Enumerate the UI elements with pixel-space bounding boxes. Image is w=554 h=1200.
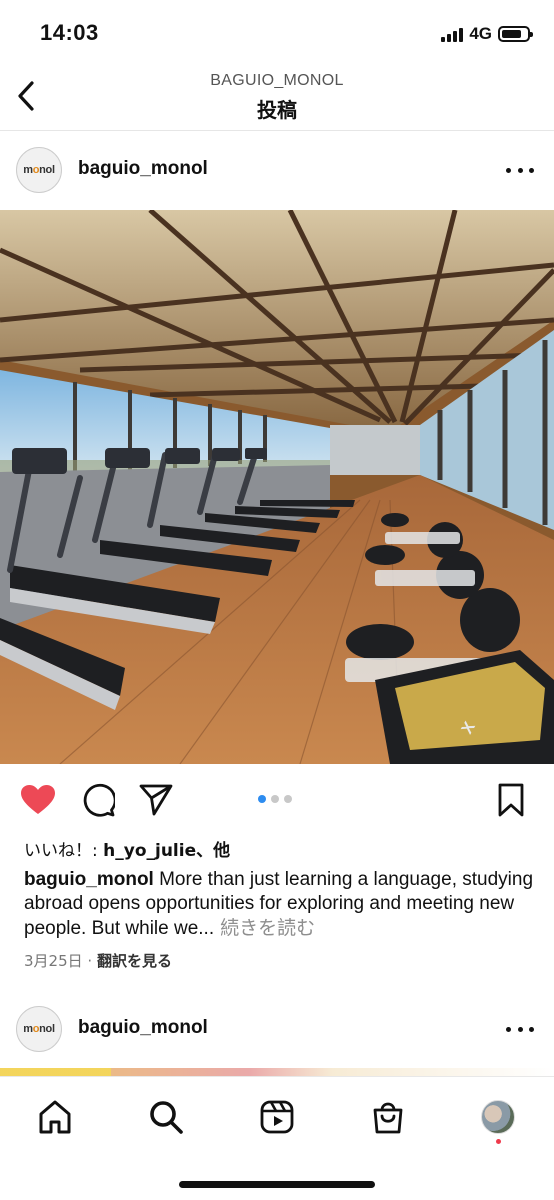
next-post-image-edge — [0, 1068, 554, 1076]
carousel-indicator — [258, 795, 292, 803]
more-horizontal-icon — [506, 167, 511, 173]
author-username[interactable]: baguio_monol — [78, 1017, 208, 1039]
notification-dot — [496, 1139, 501, 1144]
heart-icon — [21, 785, 55, 814]
post-image[interactable]: X — [0, 210, 554, 764]
nav-reels-button[interactable] — [255, 1095, 299, 1139]
avatar-logo-text: monol — [23, 1023, 55, 1035]
bookmark-icon — [498, 783, 524, 817]
status-bar: 14:03 4G — [0, 0, 554, 64]
cellular-signal-icon — [441, 26, 464, 42]
comment-button[interactable] — [78, 780, 118, 820]
post-meta: 3月25日 · 翻訳を見る — [24, 950, 172, 971]
avatar[interactable]: monol — [16, 1006, 62, 1052]
nav-shop-button[interactable] — [366, 1095, 410, 1139]
more-options-button[interactable] — [506, 158, 534, 182]
post-date: 3月25日 — [24, 952, 83, 970]
likes-summary[interactable]: いいね！: h_yo_julie、他 — [24, 836, 230, 861]
profile-avatar — [481, 1100, 515, 1134]
more-horizontal-icon — [506, 1026, 511, 1032]
home-icon — [39, 1100, 71, 1134]
post-header-bar: BAGUIO_MONOL 投稿 — [0, 64, 554, 131]
share-button[interactable] — [136, 780, 176, 820]
status-time: 14:03 — [40, 20, 99, 45]
home-indicator[interactable] — [179, 1181, 375, 1188]
avatar-logo-text: monol — [23, 164, 55, 176]
post-author-row: monol baguio_monol — [0, 140, 554, 200]
nav-home-button[interactable] — [33, 1095, 77, 1139]
bottom-navigation — [0, 1076, 554, 1200]
carousel-dot — [271, 795, 279, 803]
header-account-name: BAGUIO_MONOL — [210, 72, 344, 89]
nav-profile-button[interactable] — [476, 1095, 520, 1139]
more-options-button[interactable] — [506, 1017, 534, 1041]
caption-username[interactable]: baguio_monol — [24, 869, 154, 890]
post-action-bar — [0, 770, 554, 828]
save-button[interactable] — [491, 780, 531, 820]
battery-icon — [498, 26, 533, 42]
nav-search-button[interactable] — [144, 1095, 188, 1139]
paper-plane-icon — [139, 784, 173, 816]
likes-suffix: 、他 — [196, 841, 231, 861]
comment-icon — [83, 783, 115, 817]
gym-photo: X — [0, 210, 554, 764]
network-type: 4G — [469, 24, 492, 43]
likes-prefix: いいね！: — [24, 841, 104, 861]
likes-user[interactable]: h_yo_julie — [103, 841, 196, 861]
status-indicators: 4G — [441, 24, 533, 44]
carousel-dot-active — [258, 795, 266, 803]
translate-link[interactable]: 翻訳を見る — [97, 952, 172, 970]
next-post-author-row: monol baguio_monol — [0, 999, 554, 1059]
meta-separator: · — [82, 952, 97, 970]
page-title: 投稿 — [257, 98, 297, 122]
author-username[interactable]: baguio_monol — [78, 158, 208, 180]
carousel-dot — [284, 795, 292, 803]
search-icon — [150, 1101, 183, 1134]
shopping-bag-icon — [373, 1102, 403, 1134]
post-caption: baguio_monol More than just learning a l… — [24, 868, 534, 941]
like-button[interactable] — [18, 780, 58, 820]
read-more-link[interactable]: 続きを読む — [214, 917, 315, 939]
avatar[interactable]: monol — [16, 147, 62, 193]
reels-icon — [260, 1100, 294, 1134]
